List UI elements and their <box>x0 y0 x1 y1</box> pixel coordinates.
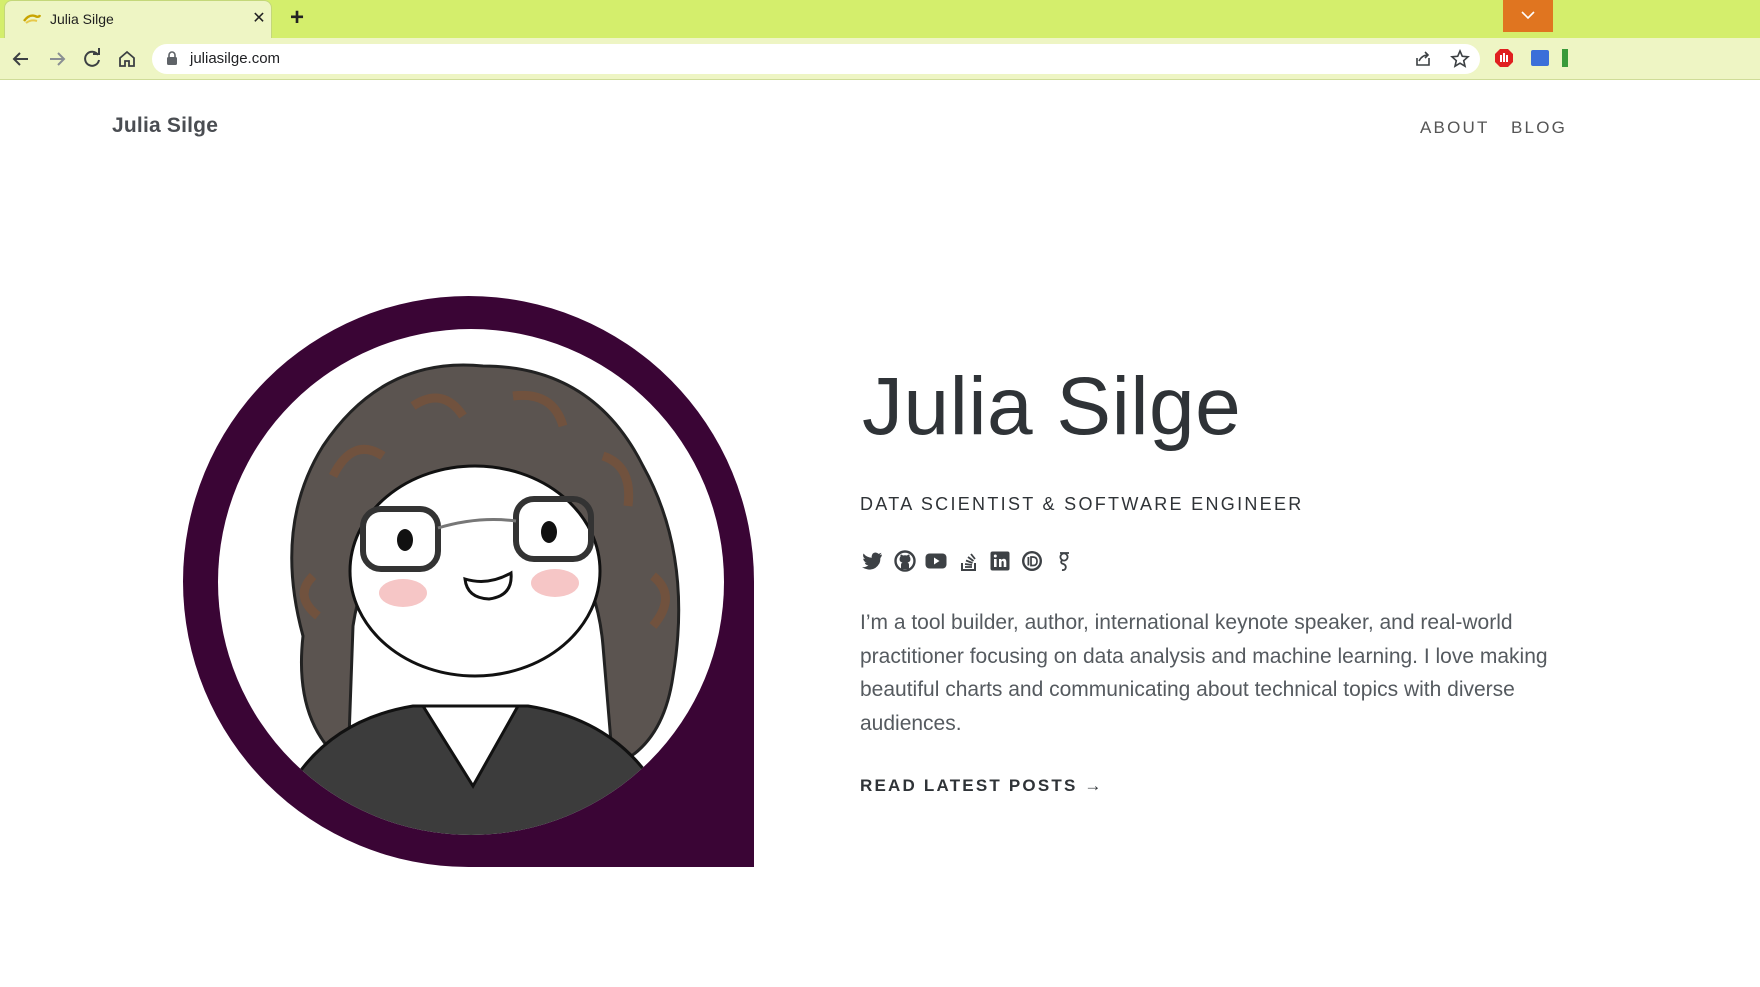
read-latest-posts-link[interactable]: READ LATEST POSTS → <box>860 776 1104 796</box>
orcid-icon[interactable] <box>1020 549 1044 573</box>
star-icon[interactable] <box>1450 49 1470 69</box>
tab-title: Julia Silge <box>50 11 114 27</box>
share-icon[interactable] <box>1414 50 1432 68</box>
portrait-illustration <box>183 296 754 867</box>
twitter-icon[interactable] <box>860 549 884 573</box>
linkedin-icon[interactable] <box>988 549 1012 573</box>
hero-name: Julia Silge <box>862 361 1242 452</box>
hero-bio: I’m a tool builder, author, internationa… <box>860 611 1548 735</box>
github-icon[interactable] <box>893 549 917 573</box>
tab-close-icon[interactable]: ✕ <box>249 9 269 29</box>
nav-link-about[interactable]: ABOUT <box>1420 118 1490 138</box>
adblock-extension-icon[interactable] <box>1494 48 1514 68</box>
reload-button[interactable] <box>79 46 105 72</box>
home-button[interactable] <box>114 46 140 72</box>
reload-icon <box>84 48 100 67</box>
tab-search-button[interactable] <box>1503 0 1553 32</box>
url-text[interactable]: juliasilge.com <box>190 50 280 67</box>
google-scholar-icon[interactable] <box>1052 549 1076 573</box>
tab-bar: Julia Silge ✕ + <box>0 0 1760 38</box>
tabbar-spacer <box>1553 0 1760 38</box>
lock-icon[interactable] <box>166 51 178 66</box>
chevron-down-icon <box>1521 11 1535 20</box>
youtube-icon[interactable] <box>924 549 948 573</box>
nav-link-blog[interactable]: BLOG <box>1511 118 1567 138</box>
hero-role: DATA SCIENTIST & SOFTWARE ENGINEER <box>860 494 1304 514</box>
forward-icon <box>50 52 66 66</box>
back-button[interactable] <box>8 46 34 72</box>
extension-icon[interactable] <box>1562 49 1568 67</box>
extension-icon[interactable] <box>1531 50 1549 66</box>
site-title-link[interactable]: Julia Silge <box>112 114 218 138</box>
forward-button[interactable] <box>44 46 70 72</box>
site-favicon-icon <box>23 14 41 24</box>
stackoverflow-icon[interactable] <box>957 549 981 573</box>
address-bar[interactable]: juliasilge.com <box>152 44 1480 74</box>
back-icon <box>12 52 28 66</box>
browser-tab[interactable]: Julia Silge ✕ <box>4 0 272 38</box>
home-icon <box>119 50 135 67</box>
new-tab-button[interactable]: + <box>286 6 308 30</box>
